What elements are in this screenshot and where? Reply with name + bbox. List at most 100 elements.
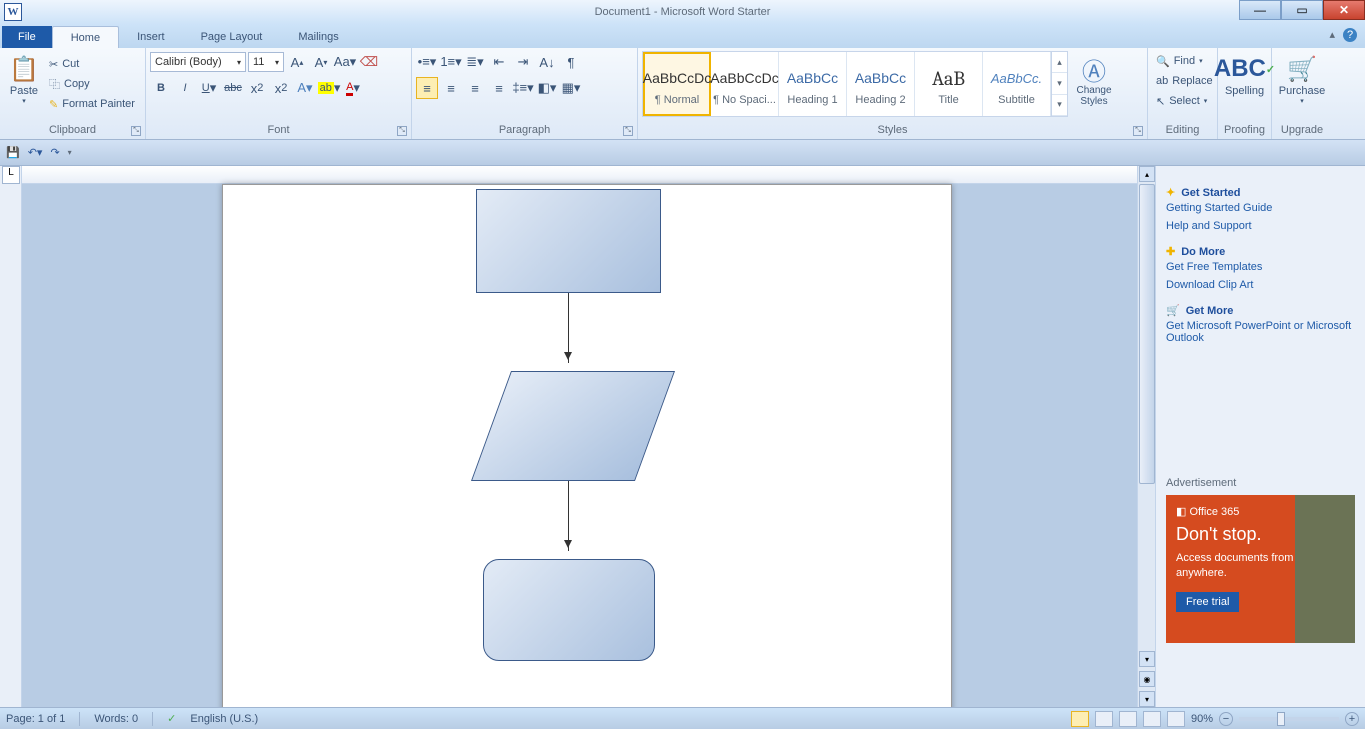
styles-dialog-launcher[interactable]: ⤡ bbox=[1133, 126, 1143, 136]
strikethrough-button[interactable]: abc bbox=[222, 77, 244, 99]
zoom-slider-thumb[interactable] bbox=[1277, 712, 1285, 726]
zoom-level[interactable]: 90% bbox=[1191, 713, 1213, 725]
link-clip-art[interactable]: Download Clip Art bbox=[1166, 276, 1355, 294]
bullets-button[interactable]: •≡▾ bbox=[416, 51, 438, 73]
show-marks-button[interactable]: ¶ bbox=[560, 51, 582, 73]
link-getting-started-guide[interactable]: Getting Started Guide bbox=[1166, 199, 1355, 217]
ad-cta-button[interactable]: Free trial bbox=[1176, 592, 1239, 612]
link-free-templates[interactable]: Get Free Templates bbox=[1166, 258, 1355, 276]
zoom-in-button[interactable]: + bbox=[1345, 712, 1359, 726]
tab-mailings[interactable]: Mailings bbox=[280, 26, 356, 48]
qat-customize-icon[interactable]: ▾ bbox=[68, 148, 72, 157]
shading-button[interactable]: ◧▾ bbox=[536, 77, 558, 99]
style-heading-2[interactable]: AaBbCcHeading 2 bbox=[847, 52, 915, 116]
numbering-button[interactable]: 1≡▾ bbox=[440, 51, 462, 73]
grow-font-button[interactable]: A▴ bbox=[286, 51, 308, 73]
gallery-up-icon[interactable]: ▴ bbox=[1052, 52, 1067, 73]
copy-button[interactable]: ⿻Copy bbox=[45, 74, 139, 94]
style-subtitle[interactable]: AaBbCc.Subtitle bbox=[983, 52, 1051, 116]
outline-view-button[interactable] bbox=[1143, 711, 1161, 727]
select-button[interactable]: ↖Select▾ bbox=[1152, 91, 1213, 111]
shrink-font-button[interactable]: A▾ bbox=[310, 51, 332, 73]
undo-icon[interactable]: ↶▾ bbox=[28, 146, 43, 159]
gallery-down-icon[interactable]: ▾ bbox=[1052, 73, 1067, 94]
flowchart-arrow-2[interactable] bbox=[568, 481, 569, 551]
minimize-ribbon-icon[interactable]: ▴ bbox=[1329, 28, 1335, 42]
sort-button[interactable]: A↓ bbox=[536, 51, 558, 73]
tab-insert[interactable]: Insert bbox=[119, 26, 183, 48]
highlight-button[interactable]: ab▾ bbox=[318, 77, 340, 99]
spelling-button[interactable]: ABC✓ Spelling bbox=[1222, 51, 1267, 117]
decrease-indent-button[interactable]: ⇤ bbox=[488, 51, 510, 73]
page-canvas[interactable] bbox=[222, 184, 952, 707]
scrollbar-thumb[interactable] bbox=[1139, 184, 1155, 484]
zoom-slider[interactable] bbox=[1239, 717, 1339, 721]
minimize-button[interactable]: — bbox=[1239, 0, 1281, 20]
status-language[interactable]: English (U.S.) bbox=[190, 713, 258, 725]
style-no-spacing[interactable]: AaBbCcDc¶ No Spaci... bbox=[711, 52, 779, 116]
replace-button[interactable]: abReplace bbox=[1152, 71, 1213, 91]
bold-button[interactable]: B bbox=[150, 77, 172, 99]
advertisement[interactable]: ◧ Office 365 Don't stop. Access document… bbox=[1166, 495, 1355, 643]
find-button[interactable]: 🔍Find▾ bbox=[1152, 51, 1213, 71]
font-dialog-launcher[interactable]: ⤡ bbox=[397, 126, 407, 136]
web-layout-view-button[interactable] bbox=[1119, 711, 1137, 727]
link-get-powerpoint-outlook[interactable]: Get Microsoft PowerPoint or Microsoft Ou… bbox=[1166, 317, 1355, 347]
align-center-button[interactable]: ≡ bbox=[440, 77, 462, 99]
clear-formatting-button[interactable]: ⌫ bbox=[358, 51, 380, 73]
justify-button[interactable]: ≡ bbox=[488, 77, 510, 99]
font-size-combo[interactable]: 11▾ bbox=[248, 52, 284, 72]
close-button[interactable]: ✕ bbox=[1323, 0, 1365, 20]
zoom-out-button[interactable]: − bbox=[1219, 712, 1233, 726]
link-help-support[interactable]: Help and Support bbox=[1166, 217, 1355, 235]
gallery-more-icon[interactable]: ▾ bbox=[1052, 95, 1067, 116]
format-painter-button[interactable]: ✎Format Painter bbox=[45, 94, 139, 114]
flowchart-parallelogram[interactable] bbox=[471, 371, 675, 481]
document-area[interactable] bbox=[22, 166, 1137, 707]
flowchart-arrow-1[interactable] bbox=[568, 293, 569, 363]
clipboard-dialog-launcher[interactable]: ⤡ bbox=[131, 126, 141, 136]
style-heading-1[interactable]: AaBbCcHeading 1 bbox=[779, 52, 847, 116]
prev-page-icon[interactable]: ◉ bbox=[1139, 671, 1155, 687]
align-right-button[interactable]: ≡ bbox=[464, 77, 486, 99]
style-normal[interactable]: AaBbCcDc¶ Normal bbox=[643, 52, 711, 116]
font-name-combo[interactable]: Calibri (Body)▾ bbox=[150, 52, 246, 72]
cut-button[interactable]: ✂Cut bbox=[45, 54, 139, 74]
full-screen-view-button[interactable] bbox=[1095, 711, 1113, 727]
help-icon[interactable]: ? bbox=[1343, 28, 1357, 42]
flowchart-rectangle[interactable] bbox=[476, 189, 661, 293]
purchase-button[interactable]: 🛒 Purchase ▾ bbox=[1276, 51, 1328, 117]
increase-indent-button[interactable]: ⇥ bbox=[512, 51, 534, 73]
scroll-up-icon[interactable]: ▴ bbox=[1139, 166, 1155, 182]
subscript-button[interactable]: x2 bbox=[246, 77, 268, 99]
change-styles-button[interactable]: Ⓐ Change Styles bbox=[1069, 51, 1119, 117]
change-case-button[interactable]: Aa▾ bbox=[334, 51, 356, 73]
tab-file[interactable]: File bbox=[2, 26, 52, 48]
underline-button[interactable]: U▾ bbox=[198, 77, 220, 99]
vertical-scrollbar[interactable]: ▴ ▾ ◉ ▾ bbox=[1137, 166, 1155, 707]
scroll-down-icon[interactable]: ▾ bbox=[1139, 651, 1155, 667]
proofing-status-icon[interactable]: ✓ bbox=[167, 712, 176, 725]
line-spacing-button[interactable]: ‡≡▾ bbox=[512, 77, 534, 99]
redo-icon[interactable]: ↷ bbox=[50, 146, 59, 159]
save-icon[interactable]: 💾 bbox=[6, 146, 20, 159]
superscript-button[interactable]: x2 bbox=[270, 77, 292, 99]
status-page[interactable]: Page: 1 of 1 bbox=[6, 713, 65, 725]
italic-button[interactable]: I bbox=[174, 77, 196, 99]
flowchart-rounded-rect[interactable] bbox=[483, 559, 655, 661]
multilevel-button[interactable]: ≣▾ bbox=[464, 51, 486, 73]
style-title[interactable]: AaBTitle bbox=[915, 52, 983, 116]
text-effects-button[interactable]: A▾ bbox=[294, 77, 316, 99]
align-left-button[interactable]: ≡ bbox=[416, 77, 438, 99]
tab-page-layout[interactable]: Page Layout bbox=[183, 26, 281, 48]
next-page-icon[interactable]: ▾ bbox=[1139, 691, 1155, 707]
font-color-button[interactable]: A▾ bbox=[342, 77, 364, 99]
print-layout-view-button[interactable] bbox=[1071, 711, 1089, 727]
paste-button[interactable]: 📋 Paste ▾ bbox=[4, 51, 44, 117]
draft-view-button[interactable] bbox=[1167, 711, 1185, 727]
tab-home[interactable]: Home bbox=[52, 26, 119, 48]
paragraph-dialog-launcher[interactable]: ⤡ bbox=[623, 126, 633, 136]
status-words[interactable]: Words: 0 bbox=[94, 713, 138, 725]
maximize-button[interactable]: ▭ bbox=[1281, 0, 1323, 20]
borders-button[interactable]: ▦▾ bbox=[560, 77, 582, 99]
